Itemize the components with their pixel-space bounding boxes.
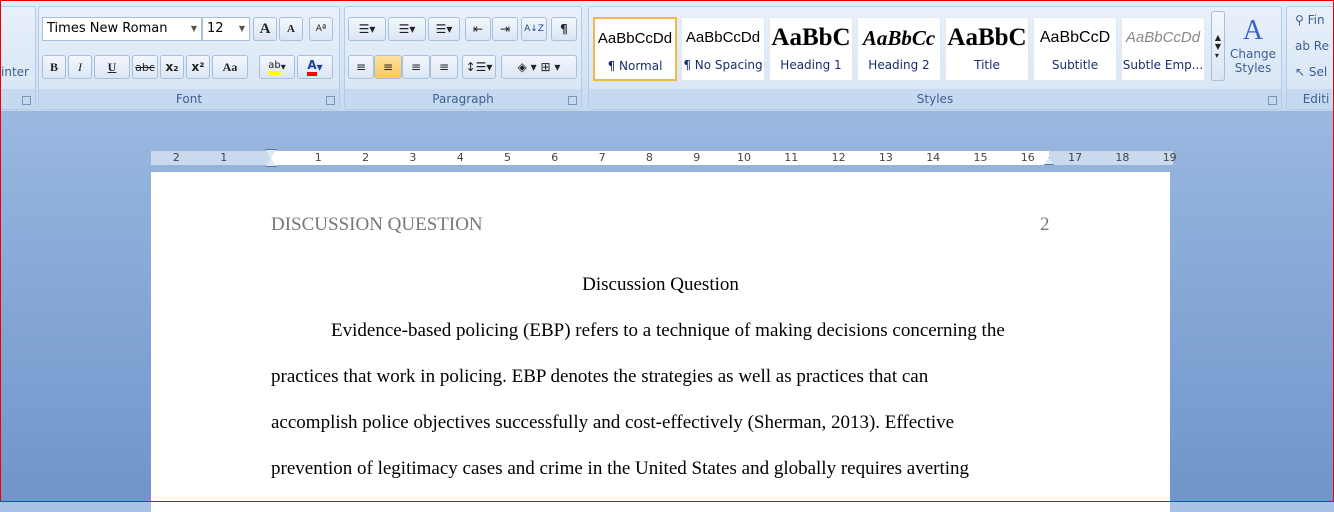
style-normal[interactable]: AaBbCcDd ¶ Normal bbox=[593, 17, 677, 81]
document-page[interactable]: DISCUSSION QUESTION 2 Discussion Questio… bbox=[151, 172, 1170, 512]
body-line: accomplish police objectives successfull… bbox=[271, 412, 955, 433]
ruler-number: 15 bbox=[973, 151, 988, 164]
highlight-button[interactable]: ab ▾ bbox=[259, 55, 295, 79]
style-heading-1[interactable]: AaBbC Heading 1 bbox=[769, 17, 853, 81]
font-group-label: Font bbox=[39, 89, 339, 109]
ruler-number: 11 bbox=[784, 151, 799, 164]
grow-font-button[interactable]: A bbox=[253, 17, 277, 41]
ribbon: inter Times New Roman ▼ 12 ▼ A A Aª B I U … bbox=[0, 0, 1334, 112]
editing-group-label: Editi bbox=[1287, 89, 1334, 109]
styles-launcher-icon[interactable] bbox=[1268, 96, 1277, 105]
ruler-number: 4 bbox=[456, 151, 464, 164]
style-heading-2[interactable]: AaBbCc Heading 2 bbox=[857, 17, 941, 81]
strikethrough-button[interactable]: abc bbox=[132, 55, 158, 79]
shading-borders-icon[interactable]: ◈ ▾ ⊞ ▾ bbox=[501, 55, 577, 79]
clipboard-group: inter bbox=[0, 6, 36, 110]
change-case-button[interactable]: Aa bbox=[212, 55, 248, 79]
style-subtitle[interactable]: AaBbCcD Subtitle bbox=[1033, 17, 1117, 81]
sort-icon[interactable]: A↓Z bbox=[521, 17, 547, 41]
change-styles-icon: A bbox=[1242, 15, 1264, 46]
ruler-number: 2 bbox=[362, 151, 370, 164]
bullets-icon[interactable]: ☰▾ bbox=[348, 17, 386, 41]
font-size-select[interactable]: 12 ▼ bbox=[202, 17, 250, 41]
paragraph-launcher-icon[interactable] bbox=[568, 96, 577, 105]
styles-scrollbar[interactable]: ▲ ▼ ▾ bbox=[1211, 11, 1225, 81]
justify-icon[interactable]: ≡ bbox=[430, 55, 458, 79]
ruler-number: 9 bbox=[693, 151, 701, 164]
replace-button[interactable]: ab Re bbox=[1295, 39, 1329, 53]
body-line: Evidence-based policing (EBP) refers to … bbox=[331, 320, 1005, 341]
ruler-number: 1 bbox=[314, 151, 322, 164]
ruler-number: 18 bbox=[1115, 151, 1130, 164]
paragraph-group: ☰▾ ☰▾ ☰▾ ⇤ ⇥ A↓Z ¶ ≡ ≡ ≡ ≡ ↕☰▾ ◈ ▾ ⊞ ▾ P… bbox=[344, 6, 582, 110]
format-painter-button[interactable]: inter bbox=[1, 65, 29, 79]
increase-indent-icon[interactable]: ⇥ bbox=[492, 17, 518, 41]
document-title: Discussion Question bbox=[582, 274, 739, 295]
align-right-icon[interactable]: ≡ bbox=[402, 55, 430, 79]
select-button[interactable]: ↖ Sel bbox=[1295, 65, 1327, 79]
ruler-number: 19 bbox=[1162, 151, 1177, 164]
ruler-number: 13 bbox=[878, 151, 893, 164]
numbering-icon[interactable]: ☰▾ bbox=[388, 17, 426, 41]
find-button[interactable]: ⚲ Fin bbox=[1295, 13, 1325, 27]
subscript-button[interactable]: x₂ bbox=[160, 55, 184, 79]
superscript-button[interactable]: x² bbox=[186, 55, 210, 79]
show-formatting-button[interactable]: ¶ bbox=[551, 17, 577, 41]
body-line: practices that work in policing. EBP den… bbox=[271, 366, 929, 387]
align-center-icon[interactable]: ≡ bbox=[374, 55, 402, 79]
bold-button[interactable]: B bbox=[42, 55, 66, 79]
styles-group-label: Styles bbox=[589, 89, 1281, 109]
shrink-font-button[interactable]: A bbox=[279, 17, 303, 41]
change-styles-button[interactable]: A Change Styles bbox=[1229, 15, 1277, 75]
editing-group: ⚲ Fin ab Re ↖ Sel Editi bbox=[1286, 6, 1334, 110]
ruler-number: 2 bbox=[172, 151, 180, 164]
ruler-number: 5 bbox=[504, 151, 511, 164]
ruler-number: 1 bbox=[220, 151, 228, 164]
font-launcher-icon[interactable] bbox=[326, 96, 335, 105]
ruler-number: 16 bbox=[1020, 151, 1035, 164]
decrease-indent-icon[interactable]: ⇤ bbox=[465, 17, 491, 41]
style-no-spacing[interactable]: AaBbCcDd ¶ No Spacing bbox=[681, 17, 765, 81]
page-number: 2 bbox=[1040, 214, 1050, 235]
ruler-number: 10 bbox=[737, 151, 751, 164]
paragraph-group-label: Paragraph bbox=[345, 89, 581, 109]
styles-group: AaBbCcDd ¶ Normal AaBbCcDd ¶ No Spacing Aa… bbox=[588, 6, 1282, 110]
horizontal-ruler[interactable]: 2 1 1 2 3 4 5 6 7 8 9 10 11 12 13 14 15 16 17 18 19 bbox=[150, 149, 1177, 167]
ruler-number: 8 bbox=[645, 151, 653, 164]
clear-formatting-icon[interactable]: Aª bbox=[309, 17, 333, 41]
italic-button[interactable]: I bbox=[68, 55, 92, 79]
header-text: DISCUSSION QUESTION bbox=[271, 214, 483, 235]
style-subtle-emphasis[interactable]: AaBbCcDd Subtle Emp... bbox=[1121, 17, 1205, 81]
underline-button[interactable]: U bbox=[94, 55, 130, 79]
multilevel-list-icon[interactable]: ☰▾ bbox=[428, 17, 460, 41]
style-title[interactable]: AaBbC Title bbox=[945, 17, 1029, 81]
ruler-number: 17 bbox=[1068, 151, 1083, 164]
font-color-button[interactable]: A ▾ bbox=[297, 55, 333, 79]
ruler-number: 3 bbox=[409, 151, 417, 164]
body-line: prevention of legitimacy cases and crime… bbox=[271, 458, 970, 479]
ruler-number: 6 bbox=[551, 151, 559, 164]
line-spacing-icon[interactable]: ↕☰▾ bbox=[462, 55, 496, 79]
ruler-number: 7 bbox=[598, 151, 606, 164]
font-color-icon: A bbox=[307, 58, 317, 76]
ruler-number: 12 bbox=[831, 151, 846, 164]
font-name-select[interactable]: Times New Roman ▼ bbox=[42, 17, 202, 41]
font-group: Times New Roman ▼ 12 ▼ A A Aª B I U abc x₂… bbox=[38, 6, 340, 110]
clipboard-launcher-icon[interactable] bbox=[22, 96, 31, 105]
highlighter-icon: ab bbox=[268, 60, 281, 75]
ruler-number: 14 bbox=[926, 151, 941, 164]
align-left-icon[interactable]: ≡ bbox=[348, 55, 374, 79]
